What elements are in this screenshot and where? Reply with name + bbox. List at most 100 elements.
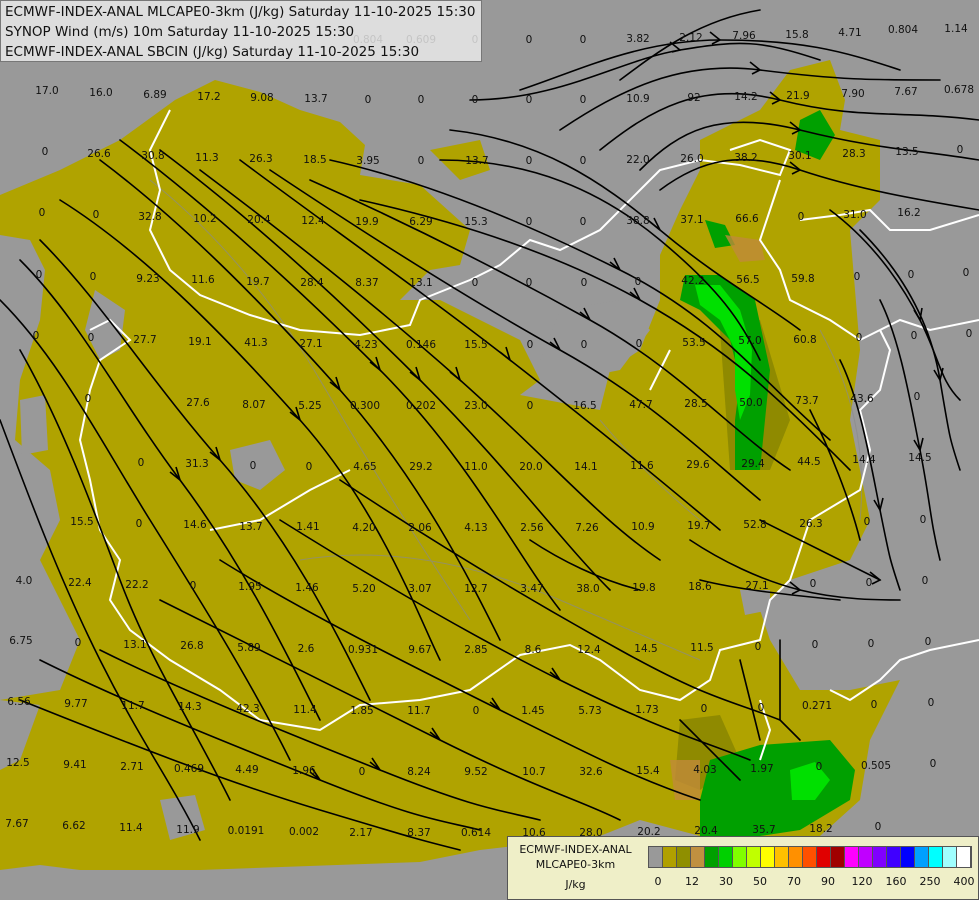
cape-value-label: 4.71: [838, 27, 861, 39]
cape-value-label: 9.41: [63, 759, 86, 771]
map-canvas: 17.0 16.0 6.89 17.2 9.08 13.7 0 0 0 0 0 10.9 92 14.2 2…: [0, 9, 979, 870]
legend-swatch: [817, 847, 831, 867]
cape-value-label: 21.9: [786, 90, 809, 102]
cape-value-label: 5.20: [352, 583, 375, 595]
legend-tick-label: 30: [719, 875, 733, 888]
cape-value-label: 30.8: [141, 150, 164, 162]
cape-value-label: 4.20: [352, 522, 375, 534]
cape-value-label: 31.3: [185, 458, 208, 470]
legend-tick-label: 250: [919, 875, 941, 888]
legend-tick-label: 160: [885, 875, 907, 888]
cape-value-label: 0: [864, 516, 871, 528]
legend-swatch: [775, 847, 789, 867]
weather-map[interactable]: 17.0 16.0 6.89 17.2 9.08 13.7 0 0 0 0 0 10.9 92 14.2 2…: [0, 0, 979, 900]
legend-swatches: [648, 846, 972, 868]
cape-value-label: 42.3: [236, 703, 259, 715]
legend-swatch: [803, 847, 817, 867]
cape-value-label: 26.8: [180, 640, 203, 652]
cape-value-label: 0: [138, 457, 145, 469]
cape-value-label: 11.0: [464, 461, 487, 473]
cape-value-label: 19.7: [246, 276, 269, 288]
cape-value-label: 0: [526, 216, 533, 228]
cape-value-label: 11.6: [191, 274, 215, 286]
cape-value-label: 47.7: [629, 399, 652, 411]
cape-value-label: 0: [580, 155, 587, 167]
cape-value-label: 38.2: [734, 152, 757, 164]
cape-value-label: 8.37: [355, 277, 378, 289]
cape-value-label: 18.5: [303, 154, 326, 166]
cape-value-label: 73.7: [795, 395, 818, 407]
cape-value-label: 27.6: [186, 397, 210, 409]
cape-value-label: 26.3: [799, 518, 822, 530]
cape-value-label: 11.3: [195, 152, 218, 164]
legend-swatch: [929, 847, 943, 867]
cape-value-label: 10.2: [193, 213, 216, 225]
cape-value-label: 0: [581, 339, 588, 351]
cape-value-label: 50.0: [739, 397, 762, 409]
legend-swatch: [733, 847, 747, 867]
legend-swatch: [761, 847, 775, 867]
cape-value-label: 22.2: [125, 579, 148, 591]
cape-value-label: 28.5: [684, 398, 707, 410]
cape-value-label: 8.37: [407, 827, 430, 839]
cape-value-label: 8.24: [407, 766, 431, 778]
cape-value-label: 0.271: [802, 700, 832, 712]
cape-value-label: 0: [36, 269, 43, 281]
cape-value-label: 59.8: [791, 273, 814, 285]
cape-value-label: 0.146: [406, 339, 436, 351]
cape-value-label: 4.03: [693, 764, 716, 776]
cape-value-label: 0: [810, 578, 817, 590]
cape-value-label: 38.0: [576, 583, 599, 595]
legend-tick-label: 90: [821, 875, 835, 888]
cape-value-label: 1.96: [292, 765, 316, 777]
cape-value-label: 15.5: [464, 339, 487, 351]
title-line-cin: ECMWF-INDEX-ANAL SBCIN (J/kg) Saturday 1…: [5, 44, 420, 60]
cape-value-label: 11.4: [119, 822, 143, 834]
cape-value-label: 4.0: [16, 575, 33, 587]
legend-swatch: [691, 847, 705, 867]
title-line-cape: ECMWF-INDEX-ANAL MLCAPE0-3km (J/kg) Satu…: [5, 4, 476, 20]
cape-value-label: 7.67: [5, 818, 28, 830]
map-title-box: ECMWF-INDEX-ANAL MLCAPE0-3km (J/kg) Satu…: [0, 0, 482, 62]
cape-value-label: 0: [868, 638, 875, 650]
cape-value-label: 6.56: [7, 696, 31, 708]
cape-value-label: 29.6: [686, 459, 710, 471]
cape-value-label: 0: [359, 766, 366, 778]
legend-tick-label: 70: [787, 875, 801, 888]
cape-value-label: 4.23: [354, 339, 377, 351]
cape-value-label: 13.7: [465, 155, 488, 167]
legend-swatch: [859, 847, 873, 867]
cape-value-label: 0: [136, 518, 143, 530]
cape-value-label: 0: [580, 94, 587, 106]
cape-value-label: 0.469: [174, 763, 204, 775]
legend-swatch: [677, 847, 691, 867]
legend-ticks: 0 12 30 50 70 90 120 160 250 400: [648, 875, 975, 889]
cape-value-label: 10.9: [626, 93, 649, 105]
cape-value-label: 7.96: [732, 30, 756, 42]
cape-value-label: 14.5: [908, 452, 931, 464]
cape-value-label: 2.71: [120, 761, 143, 773]
cape-value-label: 11.7: [407, 705, 430, 717]
cape-value-label: 0: [866, 577, 873, 589]
cape-value-label: 20.0: [519, 461, 542, 473]
cape-value-label: 0: [418, 155, 425, 167]
cape-value-label: 37.1: [680, 214, 703, 226]
legend-swatch: [649, 847, 663, 867]
cape-value-label: 1.95: [238, 581, 261, 593]
cape-value-label: 0: [85, 393, 92, 405]
legend-swatch: [873, 847, 887, 867]
cape-value-label: 11.9: [176, 824, 199, 836]
cape-value-label: 6.89: [143, 89, 166, 101]
cape-value-label: 2.56: [520, 522, 544, 534]
cape-value-label: 12.4: [577, 644, 601, 656]
legend-units: J/kg: [565, 878, 586, 891]
cape-value-label: 11.6: [630, 460, 654, 472]
cape-value-label: 0: [930, 758, 937, 770]
cape-value-label: 44.5: [797, 456, 820, 468]
cape-value-label: 23.0: [464, 400, 487, 412]
legend-swatch: [943, 847, 957, 867]
cape-value-label: 0: [250, 460, 257, 472]
cape-value-label: 11.7: [121, 700, 144, 712]
cape-value-label: 0: [90, 271, 97, 283]
cape-value-label: 0: [527, 339, 534, 351]
